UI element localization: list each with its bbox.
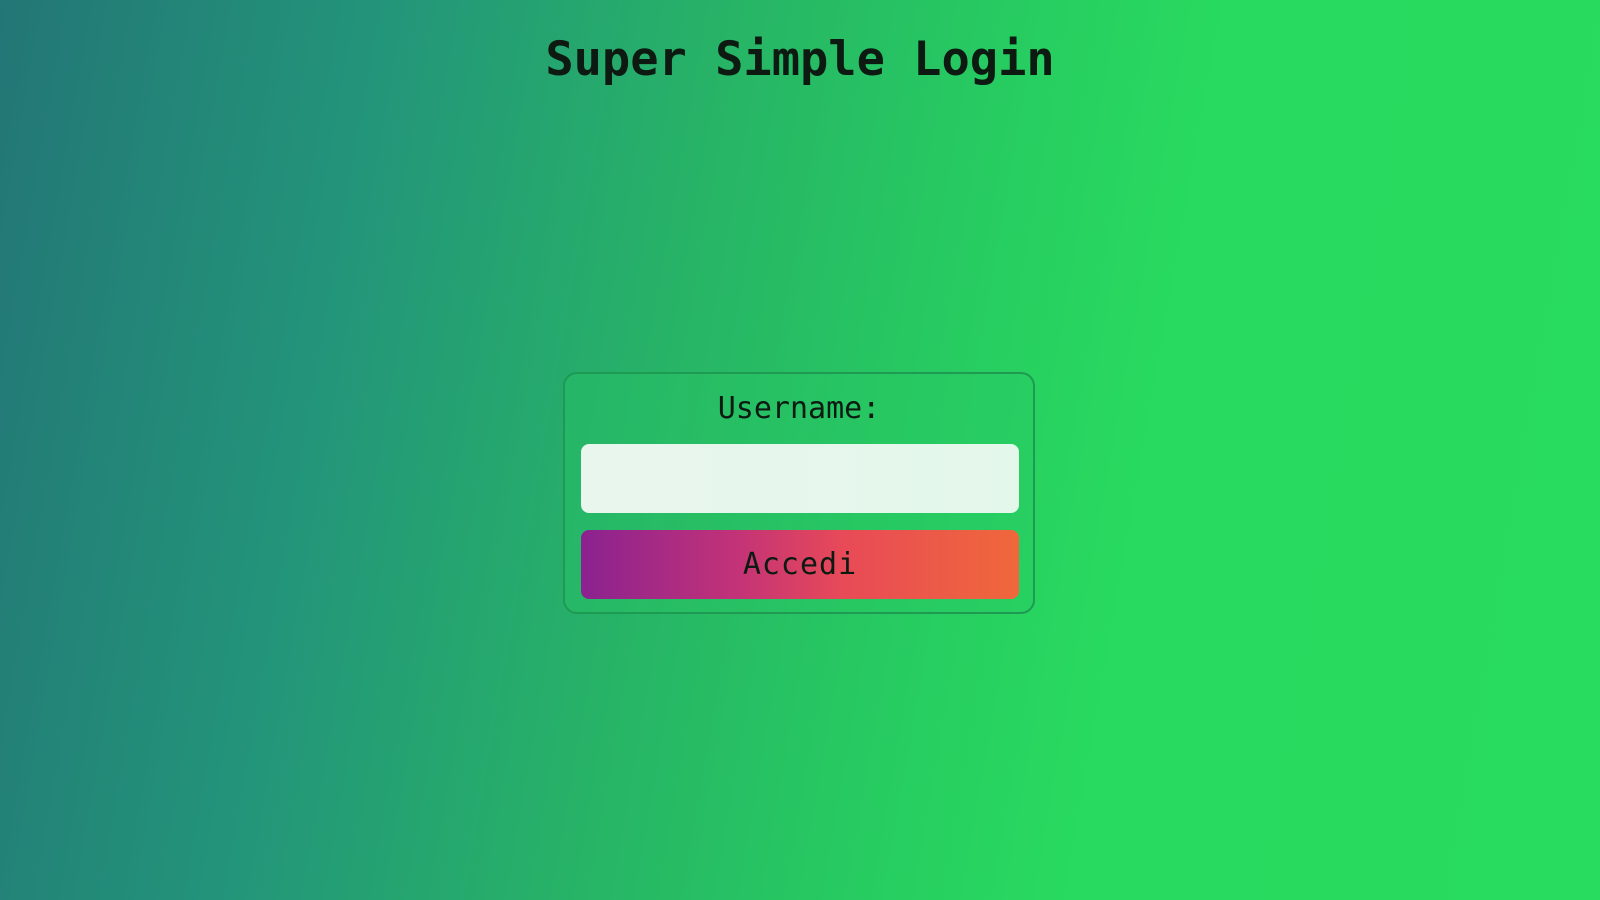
page-title: Super Simple Login	[545, 32, 1055, 87]
login-form: Username: Accedi	[563, 372, 1035, 614]
login-button[interactable]: Accedi	[581, 530, 1019, 599]
username-label: Username:	[717, 391, 881, 426]
username-input[interactable]	[581, 444, 1019, 513]
